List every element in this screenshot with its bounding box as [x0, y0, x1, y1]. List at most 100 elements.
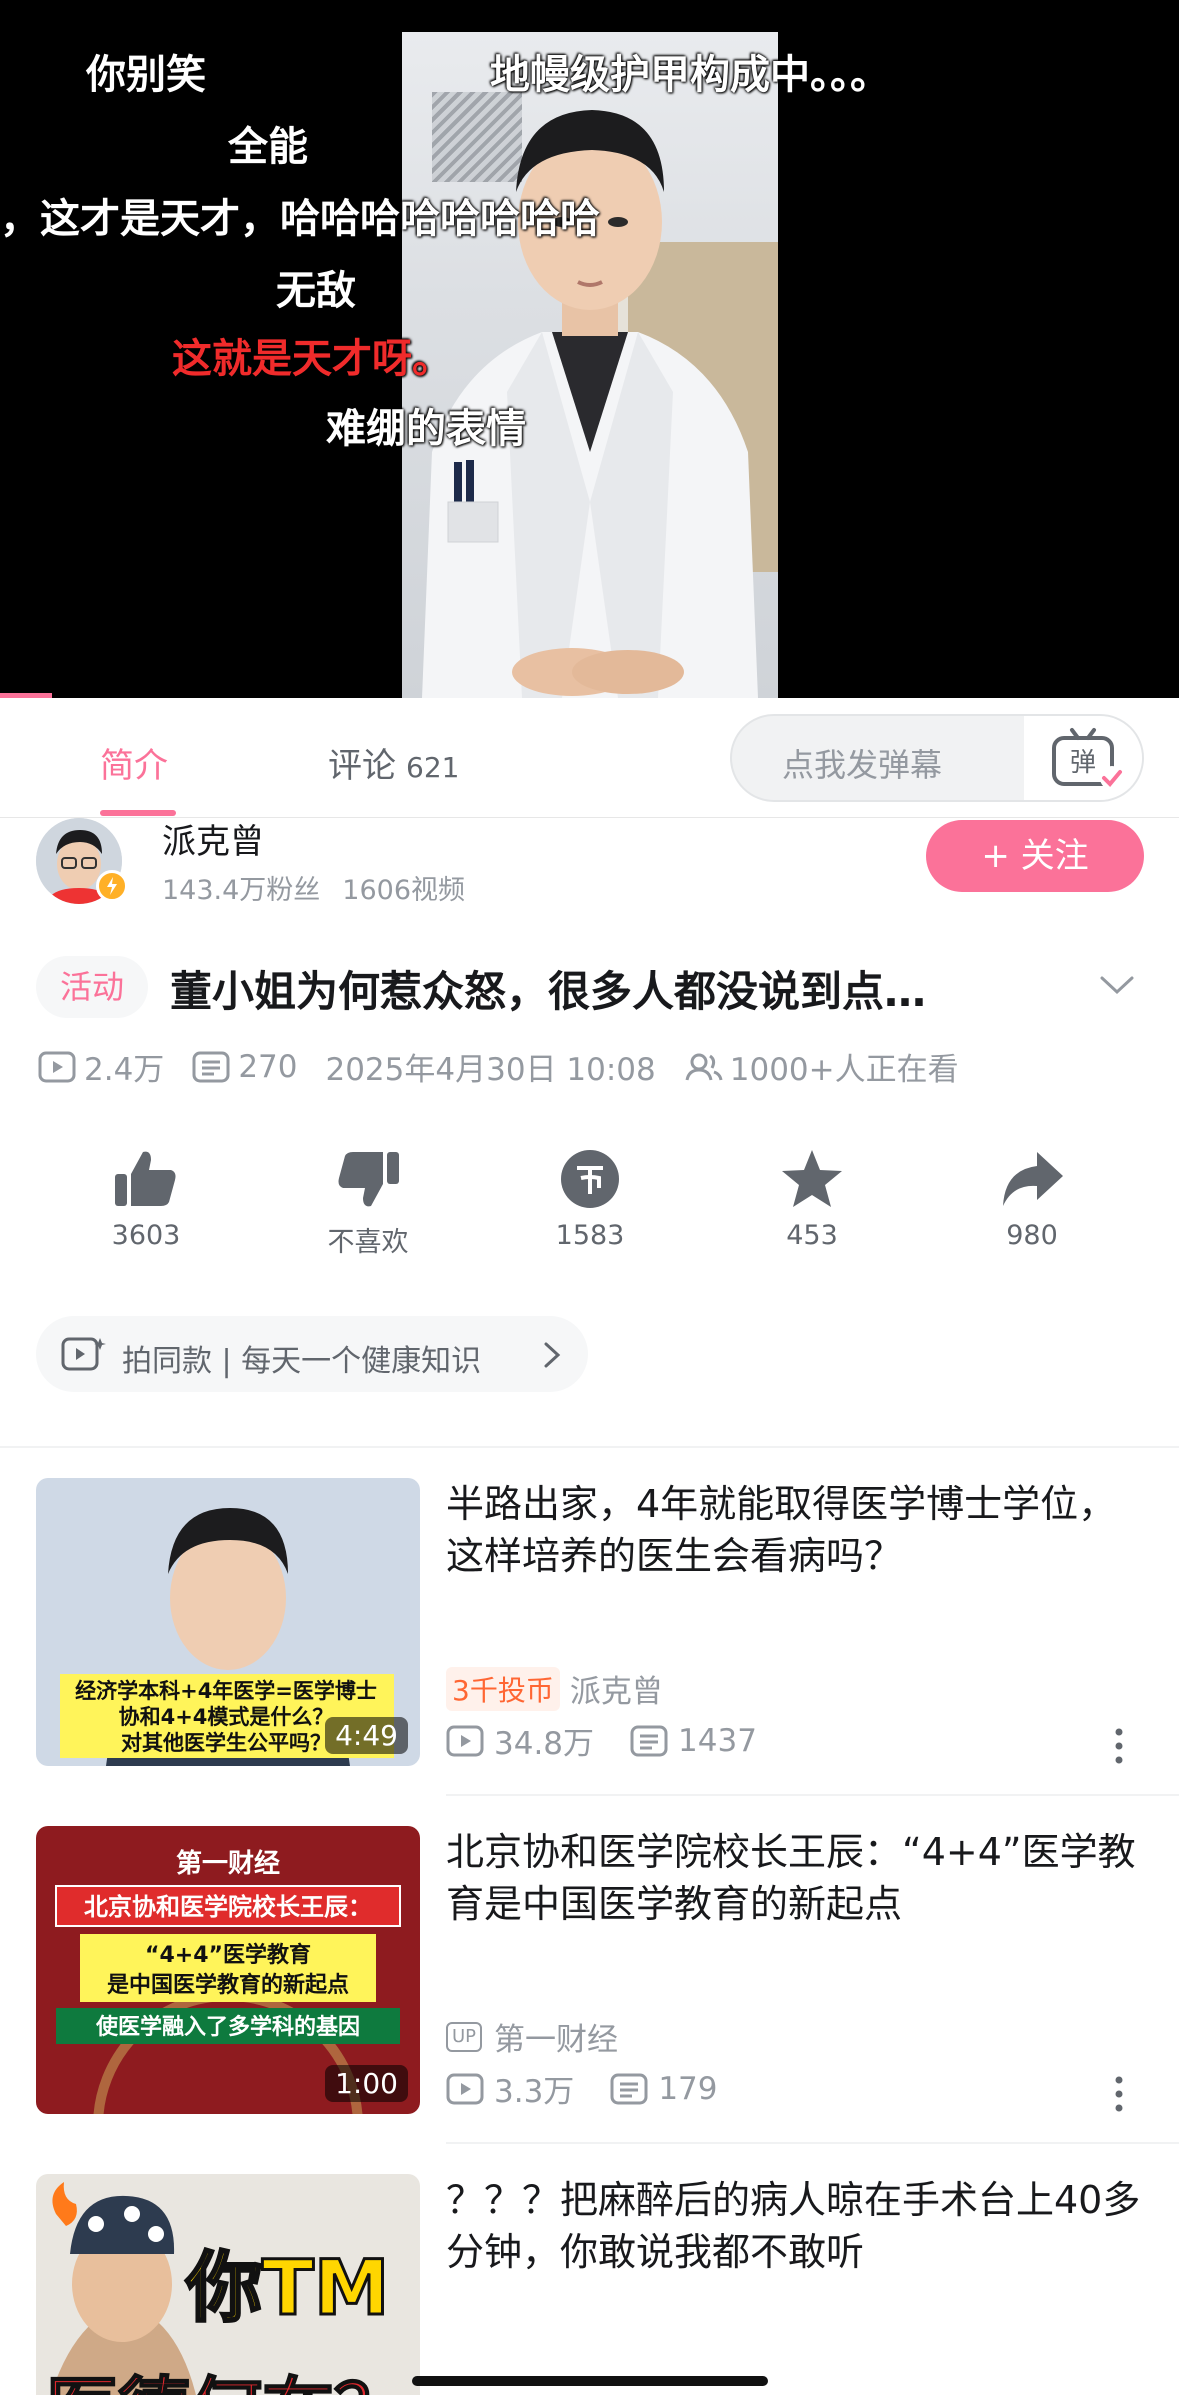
camera-sparkle-icon — [61, 1337, 106, 1371]
view-count: 3.3万 — [494, 2074, 575, 2110]
related-video-title[interactable]: 北京协和医学院校长王辰：“4+4”医学教育是中国医学教育的新起点 — [446, 1826, 1146, 1930]
dislike-button[interactable]: 不喜欢 — [298, 1148, 438, 1259]
danmaku-comment: 地幔级护甲构成中。。。 — [490, 52, 890, 98]
coin-badge: 3千投币 — [446, 1666, 560, 1711]
video-meta: 2.4万 270 2025年4月30日 10:08 1000+人正在看 — [38, 1044, 959, 1089]
publish-time: 2025年4月30日 10:08 — [325, 1052, 656, 1088]
related-video-title[interactable]: 半路出家，4年就能取得医学博士学位，这样培养的医生会看病吗？ — [446, 1478, 1146, 1582]
thumb-caption: 是中国医学教育的新起点 — [107, 1972, 349, 1998]
uploader-name[interactable]: 派克曾 — [162, 814, 264, 863]
video-thumbnail[interactable]: 你TM 医德何在？ — [36, 2174, 420, 2395]
up-badge: UP — [446, 2021, 483, 2052]
view-count: 34.8万 — [494, 1726, 595, 1762]
thumb-caption: 北京协和医学院校长王辰： — [84, 1893, 372, 1921]
video-frame — [402, 32, 778, 698]
tab-comments[interactable]: 评论 621 — [328, 738, 459, 787]
danmaku-comment: 你别笑 — [86, 52, 206, 98]
thumb-caption: 经济学本科+4年医学=医学博士 — [75, 1679, 377, 1703]
danmaku-icon: 弹 — [1052, 728, 1124, 790]
thumb-caption: 第一财经 — [176, 1848, 280, 1879]
coin-icon — [561, 1150, 619, 1208]
uploader-fans: 143.4万粉丝 — [162, 875, 321, 906]
detail-tab-bar: 简介 评论 621 点我发弹幕 弹 — [0, 698, 1179, 818]
danmaku-icon-glyph: 弹 — [1070, 748, 1096, 778]
thumb-caption: “4+4”医学教育 — [145, 1942, 311, 1968]
coin-button[interactable]: 1583 — [520, 1148, 660, 1251]
play-count-icon — [38, 1051, 76, 1082]
share-count: 980 — [1006, 1220, 1058, 1251]
video-duration: 1:00 — [325, 2065, 408, 2102]
uploader-stats: 143.4万粉丝 1606视频 — [162, 868, 465, 907]
video-duration: 4:49 — [325, 1717, 408, 1754]
verified-badge-icon — [96, 870, 128, 902]
video-title: 董小姐为何惹众怒，很多人都没说到点… — [170, 967, 927, 1016]
watching-people-icon — [685, 1053, 723, 1080]
activity-tag[interactable]: 活动 — [36, 956, 149, 1018]
danmaku-comment: 无敌 — [276, 268, 356, 314]
video-player[interactable]: 你别笑 地幔级护甲构成中。。。 全能 ，这才是天才，哈哈哈哈哈哈哈哈 无敌 这就… — [0, 0, 1179, 698]
row-divider — [446, 2142, 1179, 2144]
danmaku-toggle-button[interactable]: 弹 — [1024, 716, 1142, 800]
like-button[interactable]: 3603 — [76, 1148, 216, 1251]
dislike-label: 不喜欢 — [327, 1227, 409, 1258]
related-video-stats: 34.8万 1437 — [446, 1718, 757, 1763]
thumb-caption: 使医学融入了多学科的基因 — [95, 2014, 360, 2040]
chevron-right-icon — [544, 1342, 561, 1368]
more-options-icon[interactable] — [1112, 1726, 1126, 1766]
danmaku-comment: ，这才是天才，哈哈哈哈哈哈哈哈 — [0, 196, 600, 242]
favorite-count: 453 — [786, 1220, 838, 1251]
doctor-figure — [422, 110, 758, 698]
chevron-down-icon[interactable] — [1098, 970, 1136, 1000]
related-video-uploader: UP 第一财经 — [446, 2014, 618, 2059]
favorite-button[interactable]: 453 — [742, 1148, 882, 1251]
thumbs-down-icon — [338, 1152, 399, 1207]
watching-count: 1000+人正在看 — [729, 1052, 959, 1088]
thumbs-up-icon — [115, 1151, 176, 1206]
like-count: 3603 — [111, 1220, 181, 1251]
danmaku-count-icon — [192, 1051, 230, 1082]
play-count-icon — [446, 1725, 484, 1756]
danmaku-count: 179 — [658, 2070, 718, 2107]
tab-intro-label: 简介 — [100, 746, 168, 786]
share-arrow-icon — [1003, 1152, 1063, 1206]
video-thumbnail[interactable]: 第一财经 北京协和医学院校长王辰： “4+4”医学教育 是中国医学教育的新起点 … — [36, 1826, 420, 2114]
related-video-stats: 3.3万 179 — [446, 2066, 717, 2111]
tab-comments-label: 评论 — [328, 746, 396, 786]
video-thumbnail[interactable]: 经济学本科+4年医学=医学博士 协和4+4模式是什么？ 对其他医学生公平吗？ 4… — [36, 1478, 420, 1766]
related-video-card[interactable]: 第一财经 北京协和医学院校长王辰： “4+4”医学教育 是中国医学教育的新起点 … — [0, 1826, 1179, 2156]
tab-intro[interactable]: 简介 — [100, 738, 168, 787]
follow-button[interactable]: + 关注 — [926, 820, 1144, 892]
related-video-card[interactable]: 你TM 医德何在？ ？？？把麻醉后的病人晾在手术台上40多分钟，你敢说我都不敢听 — [0, 2174, 1179, 2395]
coin-count: 1583 — [555, 1220, 625, 1251]
share-button[interactable]: 980 — [962, 1148, 1102, 1251]
related-video-uploader: 3千投币 派克曾 — [446, 1666, 663, 1711]
comments-count: 621 — [406, 751, 460, 784]
danmaku-count-icon — [610, 2073, 648, 2104]
uploader-name: 派克曾 — [569, 1674, 663, 1710]
more-options-icon[interactable] — [1112, 2074, 1126, 2114]
home-indicator — [412, 2376, 768, 2386]
thumb-caption: 协和4+4模式是什么？ — [119, 1705, 334, 1729]
danmaku-comment: 全能 — [228, 124, 308, 170]
danmaku-comment: 难绷的表情 — [326, 406, 526, 452]
view-count: 2.4万 — [84, 1052, 165, 1088]
uploader-name: 第一财经 — [494, 2022, 619, 2058]
star-icon — [782, 1150, 842, 1207]
danmaku-comment: 这就是天才呀。 — [172, 336, 452, 382]
danmaku-count-icon — [630, 1725, 668, 1756]
danmaku-count: 270 — [238, 1048, 298, 1085]
play-count-icon — [446, 2073, 484, 2104]
danmaku-input[interactable]: 点我发弹幕 弹 — [730, 714, 1144, 802]
thumb-caption: 医德何在？ — [46, 2369, 406, 2395]
related-video-card[interactable]: 经济学本科+4年医学=医学博士 协和4+4模式是什么？ 对其他医学生公平吗？ 4… — [0, 1478, 1179, 1808]
same-style-text: 拍同款 | 每天一个健康知识 — [122, 1344, 482, 1379]
danmaku-count: 1437 — [678, 1722, 757, 1759]
same-style-chip[interactable]: 拍同款 | 每天一个健康知识 — [36, 1316, 588, 1392]
uploader-video-count: 1606视频 — [342, 875, 466, 906]
thumb-caption: 对其他医学生公平吗？ — [121, 1731, 331, 1755]
section-divider — [0, 1446, 1179, 1448]
danmaku-placeholder: 点我发弹幕 — [782, 746, 943, 784]
thumb-caption: 你TM — [185, 2243, 389, 2332]
related-video-title[interactable]: ？？？把麻醉后的病人晾在手术台上40多分钟，你敢说我都不敢听 — [446, 2174, 1146, 2278]
row-divider — [446, 1794, 1179, 1796]
